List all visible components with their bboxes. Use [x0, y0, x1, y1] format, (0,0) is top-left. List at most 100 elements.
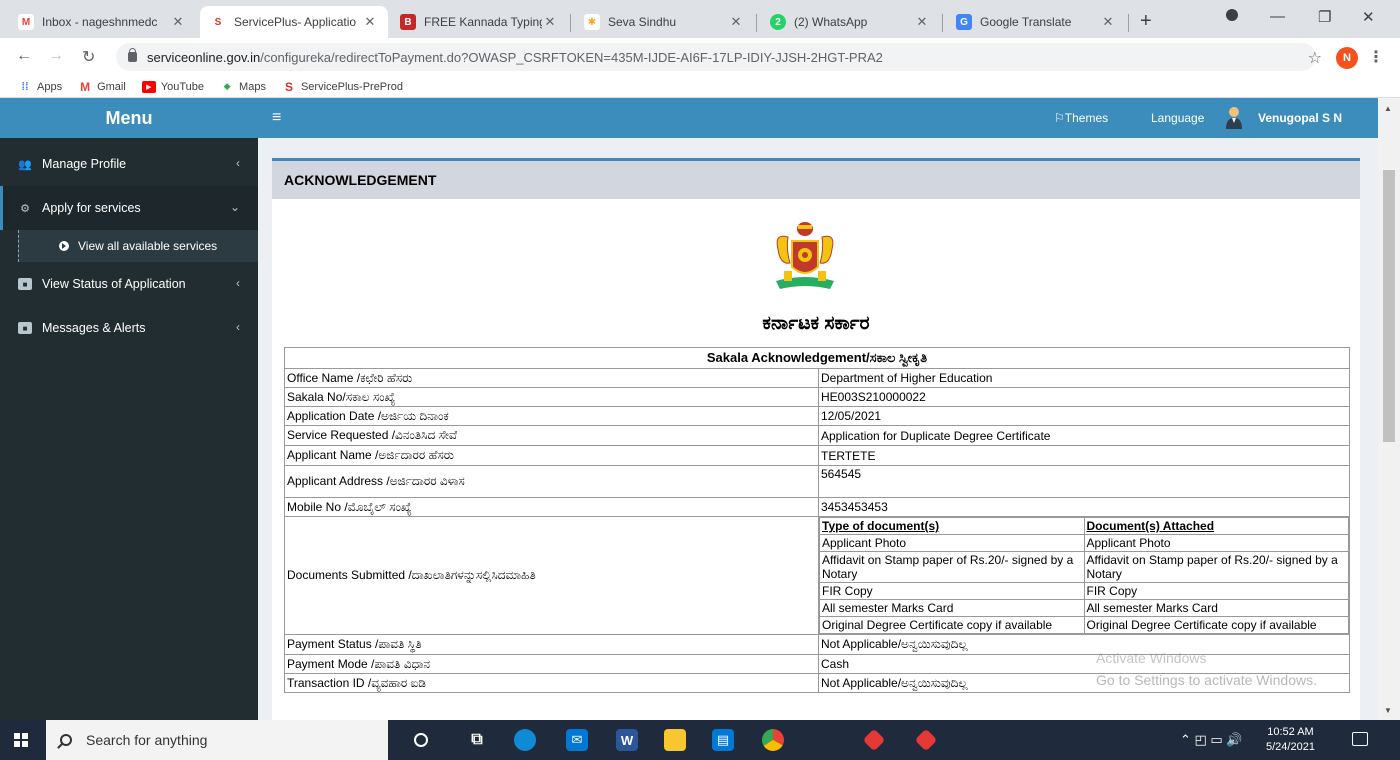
- file-explorer-icon[interactable]: [664, 729, 686, 751]
- close-icon[interactable]: ✕: [728, 14, 744, 30]
- chevron-left-icon: ‹: [236, 156, 240, 170]
- field-value: TERTETE: [818, 445, 1350, 466]
- field-value: HE003S210000022: [818, 387, 1350, 407]
- search-placeholder: Search for anything: [86, 732, 208, 748]
- forward-icon[interactable]: →: [48, 47, 64, 65]
- chrome-icon[interactable]: [762, 729, 784, 751]
- word-icon[interactable]: W: [616, 729, 638, 751]
- sidebar-item-label: Apply for services: [42, 201, 141, 215]
- browser-tabstrip: M Inbox - nageshnmedc ✕ S ServicePlus- A…: [0, 0, 1400, 38]
- themes-link[interactable]: ⚐Themes: [1054, 111, 1108, 125]
- main-content: ACKNOWLEDGEMENT ಕರ್ನಾಟಕ ಸರ್ಕಾರ Sakala Ac…: [258, 138, 1378, 720]
- tab-seva-sindhu[interactable]: ✱ Seva Sindhu ✕: [574, 6, 754, 38]
- serviceplus-icon: S: [210, 14, 226, 30]
- scrollbar-thumb[interactable]: [1383, 170, 1395, 442]
- bookmark-apps[interactable]: ⁞⁞ Apps: [18, 81, 62, 93]
- sidebar: Menu 👥 Manage Profile ‹ ⚙ Apply for serv…: [0, 98, 258, 720]
- app-red-diamond-icon[interactable]: [914, 728, 938, 752]
- scroll-down-icon[interactable]: ▼: [1384, 706, 1392, 715]
- field-label: Applicant Address /ಅರ್ಜಿದಾರರ ವಿಳಾಸ: [284, 465, 819, 498]
- scroll-up-icon[interactable]: ▲: [1384, 104, 1392, 113]
- seva-sindhu-icon: ✱: [584, 14, 600, 30]
- arrow-circle-right-icon: [59, 241, 69, 251]
- clock-date: 5/24/2021: [1266, 741, 1315, 753]
- field-label: Mobile No /ಮೊಬೈಲ್ ಸಂಖ್ಯೆ: [284, 497, 819, 517]
- karnataka-emblem-icon: [776, 222, 834, 289]
- field-label: Service Requested /ವಿನಂತಿಸಿದ ಸೇವೆ: [284, 425, 819, 446]
- document-attached: Affidavit on Stamp paper of Rs.20/- sign…: [1083, 551, 1349, 583]
- chevron-down-icon: ⌄: [229, 200, 240, 214]
- close-icon[interactable]: ✕: [1100, 14, 1116, 30]
- page-title: ACKNOWLEDGEMENT: [272, 161, 1360, 199]
- document-attached: All semester Marks Card: [1083, 599, 1349, 617]
- tab-gmail[interactable]: M Inbox - nageshnmedc ✕: [8, 6, 196, 38]
- serviceplus-icon: S: [284, 79, 293, 94]
- cortana-icon[interactable]: [414, 733, 428, 747]
- edge-icon[interactable]: [514, 729, 536, 751]
- close-icon[interactable]: ✕: [170, 14, 186, 30]
- back-icon[interactable]: ←: [16, 47, 32, 65]
- tab-separator: [1128, 14, 1129, 32]
- translate-icon: G: [956, 14, 972, 30]
- sidebar-item-label: Messages & Alerts: [42, 321, 146, 335]
- table-row: Affidavit on Stamp paper of Rs.20/- sign…: [819, 551, 1349, 583]
- sidebar-item-label: View Status of Application: [42, 277, 186, 291]
- close-icon[interactable]: ✕: [914, 14, 930, 30]
- close-window-icon[interactable]: ✕: [1362, 8, 1375, 26]
- table-row: Service Requested /ವಿನಂತಿಸಿದ ಸೇವೆ Applic…: [284, 425, 1350, 446]
- profile-avatar[interactable]: N: [1336, 47, 1358, 69]
- document-type: All semester Marks Card: [819, 599, 1085, 617]
- taskbar-search[interactable]: Search for anything: [46, 720, 388, 760]
- mail-icon[interactable]: ✉: [566, 729, 588, 751]
- sidebar-subitem-view-services[interactable]: View all available services: [18, 230, 258, 262]
- close-icon[interactable]: ✕: [542, 14, 558, 30]
- bookmark-label: Apps: [37, 80, 63, 93]
- new-tab-icon[interactable]: +: [1140, 10, 1152, 33]
- activate-windows-watermark: Activate Windows: [1096, 650, 1207, 666]
- language-link[interactable]: Language: [1151, 111, 1204, 125]
- close-icon[interactable]: ✕: [362, 14, 378, 30]
- sidebar-item-view-status[interactable]: ■ View Status of Application ‹: [0, 262, 258, 306]
- windows-start-icon[interactable]: [14, 733, 28, 747]
- media-control-icon[interactable]: [1226, 9, 1238, 21]
- store-icon[interactable]: ▤: [712, 729, 734, 751]
- table-row: Sakala No/ಸಕಾಲ ಸಂಖ್ಯೆ HE003S210000022: [284, 387, 1350, 407]
- government-title: ಕರ್ನಾಟಕ ಸರ್ಕಾರ: [762, 313, 870, 334]
- sidebar-item-messages[interactable]: ■ Messages & Alerts ‹: [0, 306, 258, 350]
- tab-label: ServicePlus- Applicatio: [234, 15, 357, 29]
- user-avatar-icon[interactable]: [1224, 105, 1244, 129]
- address-bar[interactable]: serviceonline.gov.in/configureka/redirec…: [116, 43, 1316, 71]
- sidebar-item-apply-services[interactable]: ⚙ Apply for services ⌄: [0, 186, 258, 230]
- bookmark-gmail[interactable]: M Gmail: [78, 80, 126, 94]
- message-icon: ■: [18, 322, 32, 334]
- document-attached: Original Degree Certificate copy if avai…: [1083, 616, 1349, 634]
- bookmark-youtube[interactable]: ▶ YouTube: [141, 80, 204, 93]
- tab-whatsapp[interactable]: 2 (2) WhatsApp ✕: [760, 6, 940, 38]
- user-name[interactable]: Venugopal S N: [1258, 111, 1342, 125]
- tab-serviceplus[interactable]: S ServicePlus- Applicatio ✕: [200, 6, 388, 38]
- sidebar-item-manage-profile[interactable]: 👥 Manage Profile ‹: [0, 142, 258, 186]
- notification-icon[interactable]: [1352, 732, 1368, 746]
- task-view-icon[interactable]: ⧉: [466, 729, 488, 751]
- gmail-icon: M: [18, 14, 34, 30]
- app-red-diamond-icon[interactable]: [862, 728, 886, 752]
- bookmark-star-icon[interactable]: ☆: [1308, 48, 1322, 68]
- system-tray-icons[interactable]: ⌃ ◰ ▭ 🔊: [1180, 732, 1242, 748]
- minimize-icon[interactable]: —: [1270, 8, 1285, 25]
- page-scrollbar[interactable]: ▲ ▼: [1378, 98, 1400, 720]
- tab-kannada-typing[interactable]: B FREE Kannada Typing | ✕: [390, 6, 568, 38]
- document-type: Applicant Photo: [819, 534, 1085, 552]
- tab-separator: [570, 14, 571, 32]
- hamburger-icon[interactable]: ≡: [272, 109, 281, 127]
- field-value: 12/05/2021: [818, 406, 1350, 426]
- table-row: Applicant Address /ಅರ್ಜಿದಾರರ ವಿಳಾಸ 56454…: [284, 465, 1350, 498]
- tab-google-translate[interactable]: G Google Translate ✕: [946, 6, 1126, 38]
- top-navbar: ≡ ⚐Themes Language Venugopal S N: [258, 98, 1378, 138]
- bookmark-maps[interactable]: ◆ Maps: [220, 81, 266, 93]
- reload-icon[interactable]: ↻: [82, 47, 95, 67]
- bookmark-serviceplus-preprod[interactable]: S ServicePlus-PreProd: [282, 79, 403, 94]
- restore-icon[interactable]: ❐: [1318, 8, 1331, 26]
- menu-dots-icon[interactable]: ⋮: [1368, 47, 1384, 67]
- documents-table: Type of document(s) Document(s) Attached…: [819, 517, 1349, 634]
- taskbar-clock[interactable]: 10:52 AM 5/24/2021: [1266, 725, 1315, 755]
